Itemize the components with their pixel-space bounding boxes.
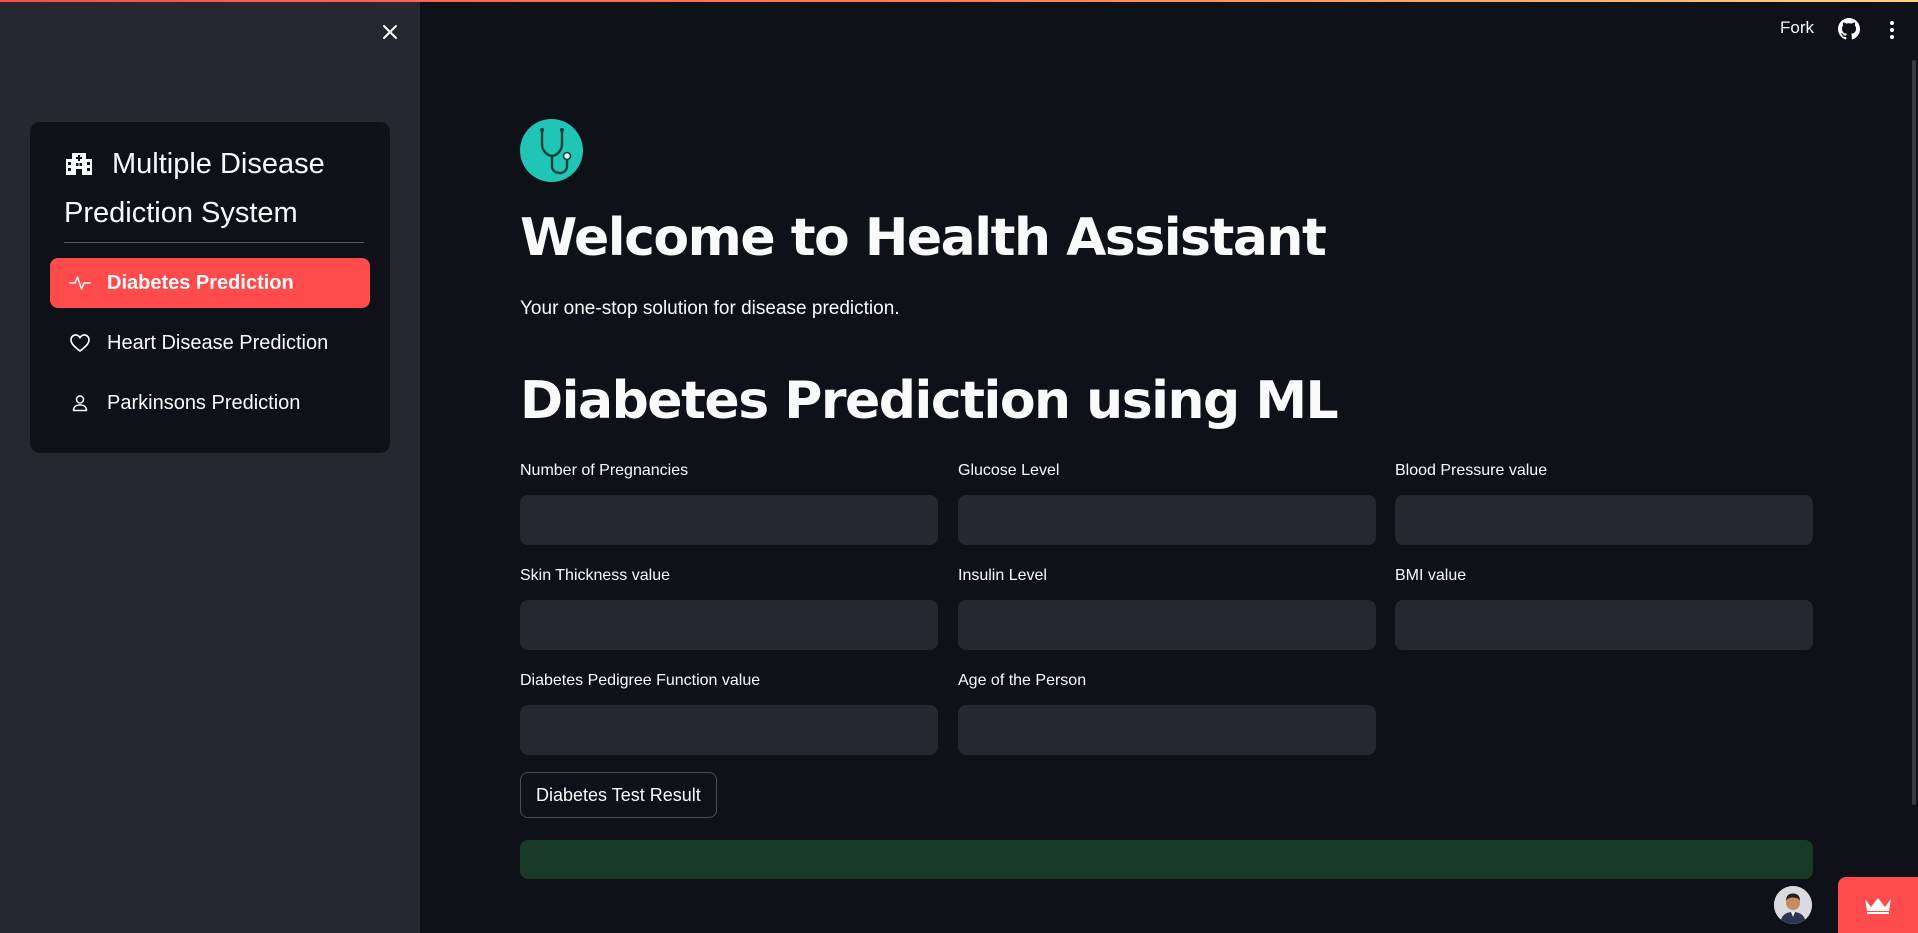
blood-pressure-field: Blood Pressure value (1395, 460, 1813, 545)
sidebar-item-label: Parkinsons Prediction (107, 391, 301, 414)
bmi-input[interactable] (1395, 600, 1813, 650)
field-label: Glucose Level (958, 462, 1060, 479)
field-label: Diabetes Pedigree Function value (520, 672, 761, 689)
activity-icon (68, 271, 92, 295)
field-label: Age of the Person (958, 672, 1087, 689)
pregnancies-input[interactable] (520, 495, 938, 545)
blood-pressure-input[interactable] (1395, 495, 1813, 545)
kebab-menu-icon[interactable] (1886, 18, 1898, 42)
scrollbar[interactable] (1912, 60, 1916, 805)
heart-icon (68, 331, 92, 355)
age-field: Age of the Person (958, 670, 1376, 755)
crown-icon (1865, 898, 1891, 914)
pedigree-field: Diabetes Pedigree Function value (520, 670, 938, 755)
stethoscope-icon (520, 119, 583, 182)
option-menu: Multiple Disease Prediction System Diabe… (30, 122, 390, 453)
close-sidebar-button[interactable] (378, 20, 402, 44)
close-icon (383, 25, 397, 39)
diabetes-test-result-button[interactable]: Diabetes Test Result (520, 772, 717, 818)
github-icon[interactable] (1838, 18, 1860, 40)
sidebar-item-label: Diabetes Prediction (107, 271, 294, 294)
skin-thickness-input[interactable] (520, 600, 938, 650)
menu-title-text: Multiple Disease Prediction System (64, 148, 325, 229)
tagline: Your one-stop solution for disease predi… (520, 298, 900, 319)
pedigree-input[interactable] (520, 705, 938, 755)
result-message (520, 840, 1813, 879)
glucose-field: Glucose Level (958, 460, 1376, 545)
insulin-field: Insulin Level (958, 565, 1376, 650)
sidebar-item-diabetes[interactable]: Diabetes Prediction (50, 258, 370, 308)
insulin-input[interactable] (958, 600, 1376, 650)
sidebar-item-heart-disease[interactable]: Heart Disease Prediction (50, 318, 370, 368)
bmi-field: BMI value (1395, 565, 1813, 650)
sidebar: Multiple Disease Prediction System Diabe… (0, 0, 420, 933)
person-icon (68, 391, 92, 415)
top-decoration-bar (0, 0, 1918, 2)
glucose-input[interactable] (958, 495, 1376, 545)
sidebar-item-label: Heart Disease Prediction (107, 331, 329, 354)
avatar[interactable] (1774, 886, 1812, 924)
pregnancies-field: Number of Pregnancies (520, 460, 938, 545)
age-input[interactable] (958, 705, 1376, 755)
skin-thickness-field: Skin Thickness value (520, 565, 938, 650)
streamlit-badge-button[interactable] (1838, 877, 1918, 933)
menu-title: Multiple Disease Prediction System (64, 142, 364, 236)
field-label: Skin Thickness value (520, 567, 670, 584)
field-label: Blood Pressure value (1395, 462, 1548, 479)
field-label: Insulin Level (958, 567, 1047, 584)
sidebar-item-parkinsons[interactable]: Parkinsons Prediction (50, 378, 370, 428)
page-title: Welcome to Health Assistant (520, 208, 1327, 268)
section-title: Diabetes Prediction using ML (520, 371, 1339, 431)
field-label: Number of Pregnancies (520, 462, 689, 479)
menu-divider (64, 242, 364, 243)
field-label: BMI value (1395, 567, 1467, 584)
fork-link[interactable]: Fork (1780, 18, 1814, 38)
hospital-icon (64, 146, 94, 191)
